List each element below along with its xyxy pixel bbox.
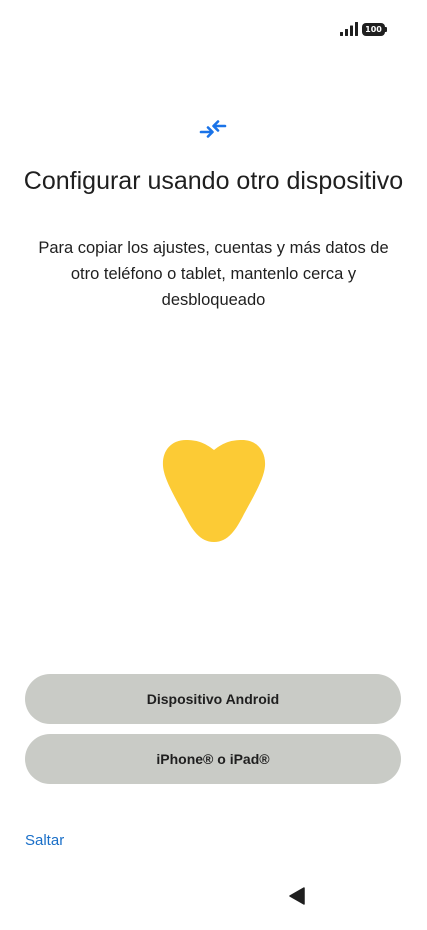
skip-link[interactable]: Saltar (25, 832, 64, 849)
iphone-ipad-button[interactable]: iPhone® o iPad® (25, 734, 401, 784)
page-title: Configurar usando otro dispositivo (23, 167, 404, 195)
android-device-button[interactable]: Dispositivo Android (25, 674, 401, 724)
page-description: Para copiar los ajustes, cuentas y más d… (38, 239, 389, 309)
status-bar: 100 (0, 0, 427, 60)
transfer-arrows-icon (199, 120, 227, 138)
back-triangle-icon[interactable] (288, 886, 306, 906)
signal-bars-icon (340, 22, 358, 36)
battery-icon: 100 (362, 23, 388, 36)
navigation-bar (0, 870, 427, 930)
battery-level: 100 (362, 23, 385, 36)
setup-screen: 100 Configurar usando otro dispositivo P… (0, 0, 427, 930)
heart-shape-illustration (162, 440, 266, 542)
